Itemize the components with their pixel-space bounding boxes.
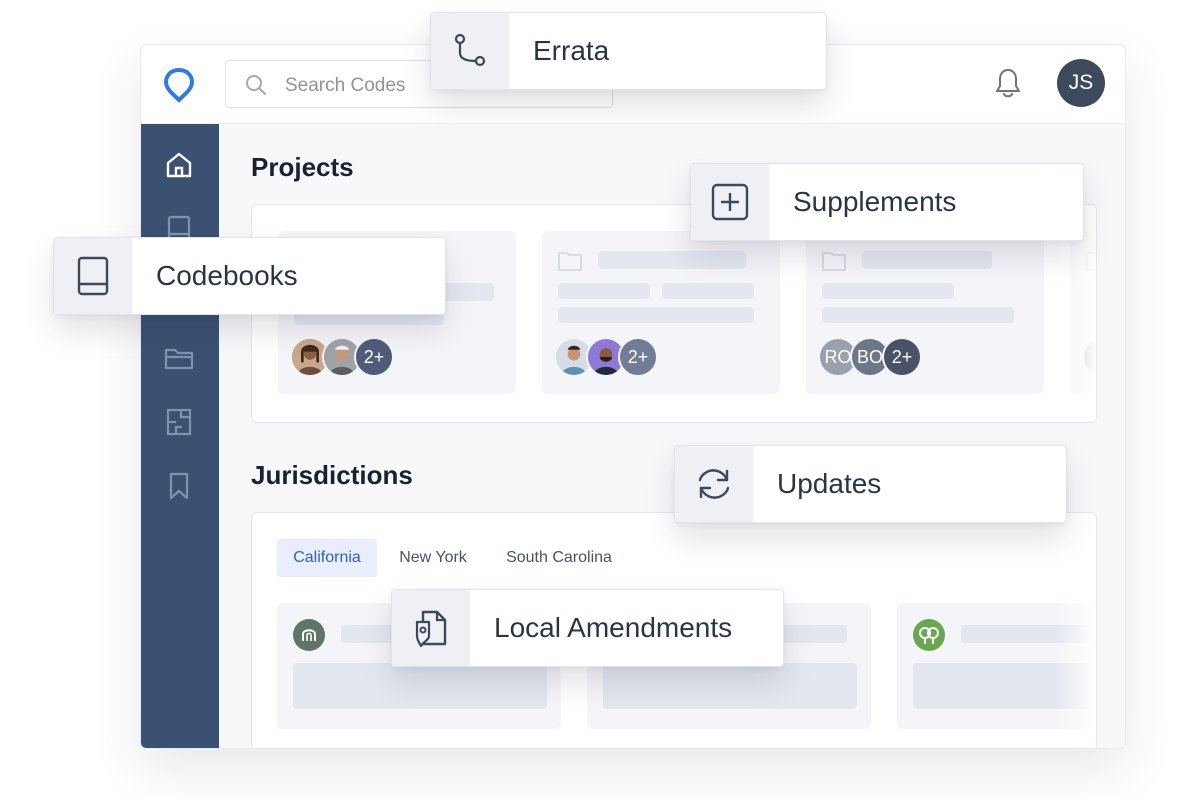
tab-south-carolina[interactable]: South Carolina bbox=[491, 539, 627, 577]
placeholder-bar bbox=[862, 251, 992, 269]
placeholder-bar bbox=[598, 251, 746, 269]
projects-title: Projects bbox=[251, 152, 354, 182]
placeholder-bar bbox=[558, 307, 754, 323]
errata-callout[interactable]: Errata bbox=[430, 12, 827, 90]
logo-icon[interactable] bbox=[163, 67, 195, 103]
floorplan-icon[interactable] bbox=[163, 406, 195, 438]
placeholder-bar bbox=[662, 283, 754, 299]
local-amendments-callout[interactable]: Local Amendments bbox=[391, 589, 784, 667]
placeholder-block bbox=[293, 663, 547, 709]
placeholder-bar bbox=[558, 283, 650, 299]
local-amendments-icon-box bbox=[392, 590, 470, 666]
tree-seal-icon bbox=[913, 619, 945, 651]
document-map-icon bbox=[415, 610, 447, 648]
updates-icon-box bbox=[675, 446, 753, 522]
codebooks-label: Codebooks bbox=[156, 260, 298, 291]
sidebar bbox=[141, 124, 219, 748]
refresh-icon bbox=[698, 469, 730, 499]
codebooks-callout[interactable]: Codebooks bbox=[53, 237, 446, 315]
tab-new-york[interactable]: New York bbox=[385, 539, 481, 577]
jurisdiction-seal-icon bbox=[293, 619, 325, 651]
branch-icon bbox=[454, 33, 486, 67]
updates-callout[interactable]: Updates bbox=[674, 445, 1067, 523]
more-members-badge: 2+ bbox=[354, 337, 394, 377]
project-card[interactable]: 2+ bbox=[542, 231, 780, 394]
bell-icon[interactable] bbox=[993, 67, 1023, 99]
user-avatar[interactable]: JS bbox=[1057, 59, 1105, 107]
more-members-badge: 2+ bbox=[618, 337, 658, 377]
supplements-callout[interactable]: Supplements bbox=[690, 163, 1084, 241]
codebooks-icon-box bbox=[54, 238, 132, 314]
errata-icon-box bbox=[431, 13, 509, 89]
plus-square-icon bbox=[711, 183, 749, 221]
supplements-icon-box bbox=[691, 164, 769, 240]
search-placeholder: Search Codes bbox=[285, 75, 406, 96]
tab-california[interactable]: California bbox=[277, 539, 377, 577]
folder-icon bbox=[558, 252, 582, 271]
placeholder-block bbox=[603, 663, 857, 709]
folder-icon bbox=[822, 252, 846, 271]
updates-label: Updates bbox=[777, 468, 882, 499]
search-icon bbox=[246, 75, 266, 95]
project-card[interactable]: RO BO 2+ bbox=[806, 231, 1044, 394]
placeholder-bar bbox=[822, 307, 1014, 323]
book-icon bbox=[77, 256, 109, 296]
folder-icon[interactable] bbox=[163, 342, 195, 374]
jurisdictions-title: Jurisdictions bbox=[251, 460, 413, 490]
more-members-badge: 2+ bbox=[882, 337, 922, 377]
supplements-label: Supplements bbox=[793, 186, 957, 217]
scroll-fade bbox=[1056, 513, 1096, 748]
local-amendments-label: Local Amendments bbox=[494, 612, 733, 643]
errata-label: Errata bbox=[533, 35, 610, 66]
bookmark-icon[interactable] bbox=[163, 470, 195, 502]
home-icon[interactable] bbox=[163, 149, 195, 181]
placeholder-bar bbox=[822, 283, 954, 299]
